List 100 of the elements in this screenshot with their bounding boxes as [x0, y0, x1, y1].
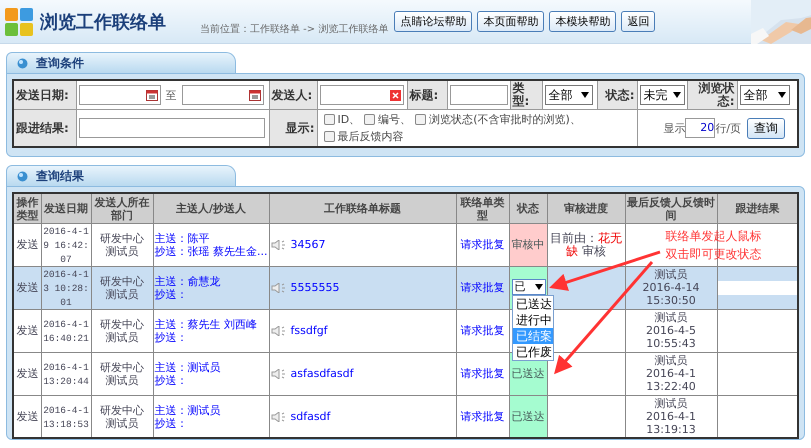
table-cell: 2016-4-1 16:40:21 [41, 309, 91, 352]
table-cell: 发送 [13, 309, 41, 352]
clear-icon[interactable] [390, 90, 400, 100]
status-cell[interactable]: 审核中 [509, 223, 547, 266]
checkbox-label: 浏览状态(不含审批时的浏览)、 [429, 113, 581, 126]
calendar-icon[interactable] [248, 89, 260, 101]
recipient-text: 主送：测试员 [154, 404, 222, 417]
checkbox-label: ID、 [338, 113, 360, 126]
type-link[interactable]: 请求批复 [460, 238, 504, 252]
recipient-text: 抄送： [154, 416, 188, 430]
type-select[interactable]: 全部 [544, 85, 592, 105]
show-label: 显示 [663, 122, 686, 135]
sender-field[interactable] [320, 85, 404, 105]
speaker-icon [270, 240, 286, 250]
checkbox[interactable] [324, 114, 334, 126]
table-cell: 发送 [13, 352, 41, 396]
progress-cell: 目前由：花无缺 审核 [547, 223, 625, 266]
column-header: 联络单类型 [456, 193, 509, 224]
speaker-icon [270, 326, 286, 336]
page-title: 浏览工作联络单 [40, 10, 167, 34]
column-header: 状态 [509, 193, 547, 224]
caret-icon [580, 92, 588, 98]
title-link[interactable]: sdfasdf [290, 410, 330, 424]
checkbox-label: 编号、 [378, 113, 412, 126]
checkbox[interactable] [415, 114, 426, 126]
field-label: 发送日期: [13, 80, 76, 110]
title-link[interactable]: fssdfgf [290, 324, 328, 338]
table-cell: 研发中心测试员 [91, 309, 153, 352]
speaker-icon [270, 369, 286, 380]
follow-up-field[interactable] [716, 280, 798, 295]
table-cell: 研发中心测试员 [91, 223, 153, 266]
column-header: 最后反馈人反馈时间 [625, 193, 717, 224]
table-cell: 2016-4-19 16:42:07 [41, 223, 91, 266]
table-cell: 测试员 2016-4-14 15:30:50 [625, 266, 717, 310]
header-button[interactable]: 返回 [621, 11, 656, 32]
bullet-icon [17, 170, 28, 182]
caret-icon [672, 92, 680, 98]
table-cell: 2016-4-1 13:20:44 [41, 352, 91, 396]
date-field[interactable] [182, 85, 264, 105]
field-label: 状态: [597, 80, 637, 110]
caret-icon [534, 284, 542, 290]
speaker-icon [270, 412, 286, 422]
table-cell: 发送 [13, 223, 41, 266]
panel-title: 查询条件 [36, 54, 84, 72]
title-link[interactable]: asfasdfasdf [290, 367, 354, 380]
logo-icon [4, 6, 34, 36]
recipient-text: 抄送：张瑶 蔡先生金... [154, 244, 268, 258]
subject-field[interactable] [450, 85, 508, 105]
bullet-icon [17, 58, 28, 68]
table-cell: 测试员 2016-4-1 13:22:40 [625, 352, 717, 396]
column-header: 工作联络单标题 [269, 193, 456, 224]
column-header: 主送人/抄送人 [153, 193, 269, 224]
title-link[interactable]: 34567 [290, 238, 326, 252]
field-label: 类型: [510, 80, 542, 110]
search-button[interactable]: 查询 [747, 118, 785, 139]
table-cell: 2016-4-1 13:18:53 [41, 395, 91, 438]
status-select[interactable]: 未完 [640, 85, 684, 105]
page-size-field[interactable]: 20 [685, 118, 716, 138]
checkbox[interactable] [364, 114, 376, 126]
status-select[interactable]: 已 [512, 278, 546, 295]
field-label: 跟进结果: [13, 110, 76, 148]
speaker-icon [270, 283, 286, 294]
recipient-text: 主送：陈平 [154, 232, 210, 245]
table-cell: 测试员 2016-4-5 10:55:43 [625, 309, 717, 352]
panel-title: 查询结果 [36, 168, 84, 185]
header-button[interactable]: 本页面帮助 [477, 11, 544, 32]
range-separator: 至 [166, 88, 176, 102]
header-button[interactable]: 本模块帮助 [549, 11, 616, 32]
recipient-text: 抄送： [154, 374, 188, 387]
field-label: 标题: [407, 80, 447, 110]
field-label: 显示: [269, 110, 317, 148]
recipient-text: 主送：蔡先生 刘西峰 [154, 318, 258, 331]
recipient-text: 主送：俞慧龙 [154, 274, 222, 288]
calendar-icon[interactable] [146, 89, 158, 101]
follow-up-field[interactable] [78, 118, 264, 138]
table-cell: 研发中心测试员 [91, 266, 153, 310]
type-link[interactable]: 请求批复 [460, 410, 504, 424]
type-link[interactable]: 请求批复 [460, 367, 504, 380]
header-button[interactable]: 点睛论坛帮助 [394, 11, 472, 32]
per-page-label: 行/页 [715, 122, 741, 135]
breadcrumb: 当前位置：工作联络单 -> 浏览工作联络单 [200, 22, 388, 36]
checkbox[interactable] [324, 131, 334, 142]
title-link[interactable]: 5555555 [290, 281, 340, 294]
column-header: 操作类型 [13, 193, 41, 224]
type-link[interactable]: 请求批复 [460, 324, 504, 338]
checkbox-label: 最后反馈内容 [338, 130, 404, 144]
table-cell: 研发中心测试员 [91, 352, 153, 396]
field-label: 发送人: [269, 80, 317, 110]
status-cell[interactable]: 已送达 [509, 395, 547, 438]
field-label: 浏览状态: [687, 80, 737, 110]
type-link[interactable]: 请求批复 [460, 281, 504, 294]
table-cell: 2016-4-13 10:28:01 [41, 266, 91, 310]
table-cell: 发送 [13, 266, 41, 310]
browse-status-select[interactable]: 全部 [740, 85, 790, 105]
recipient-text: 抄送： [154, 330, 188, 344]
column-header: 发送日期 [41, 193, 91, 224]
recipient-text: 抄送： [154, 288, 188, 301]
column-header: 发送人所在部门 [91, 193, 153, 224]
date-field[interactable] [78, 85, 160, 105]
recipient-text: 主送：测试员 [154, 360, 222, 374]
